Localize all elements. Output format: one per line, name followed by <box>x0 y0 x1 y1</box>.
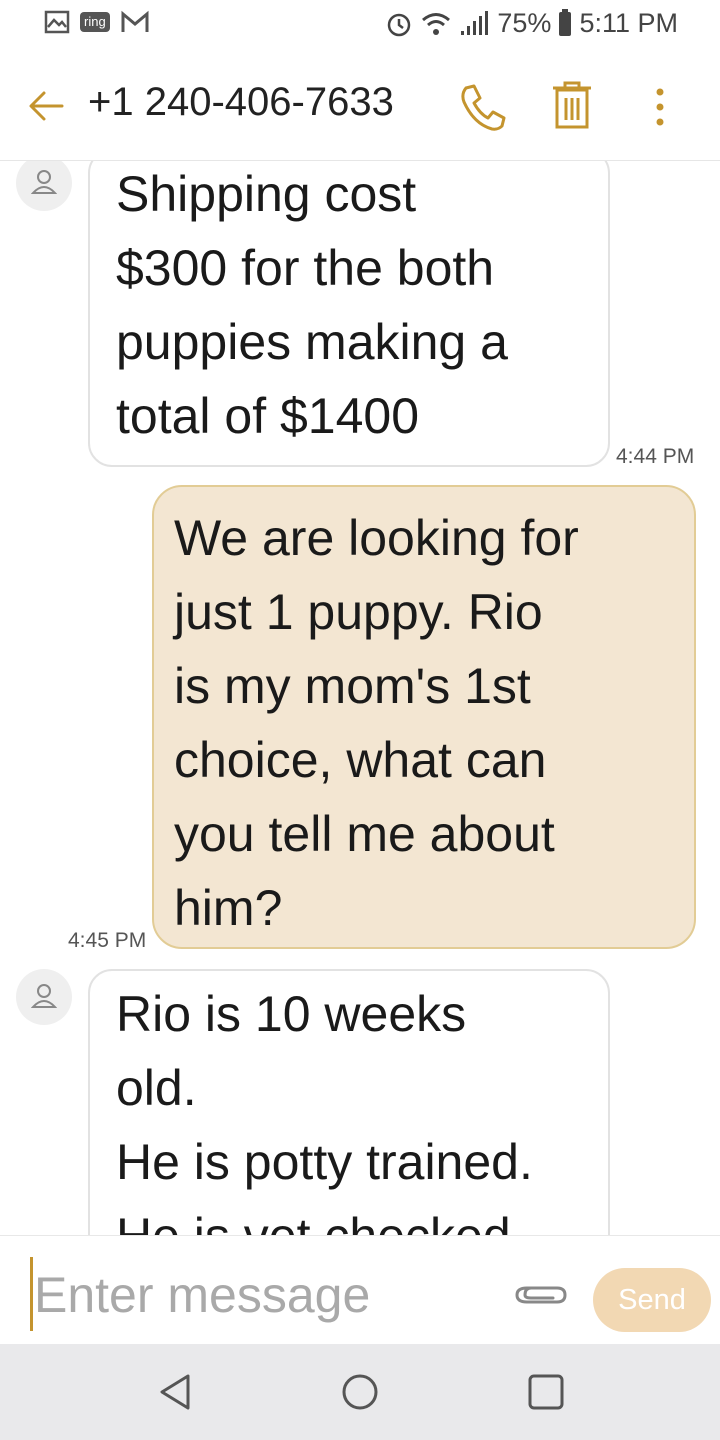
message-timestamp: 4:45 PM <box>68 929 147 952</box>
system-nav-bar <box>0 1344 720 1440</box>
message-list[interactable]: Shipping cost $300 for the both puppies … <box>0 161 720 1235</box>
gmail-icon <box>121 10 149 32</box>
notification-icons: ring <box>44 10 150 34</box>
battery-percent: 75% <box>497 8 552 38</box>
message-timestamp: 4:44 PM <box>616 445 695 468</box>
alarm-icon <box>388 13 411 36</box>
message-input[interactable] <box>34 1260 474 1330</box>
trash-icon[interactable] <box>550 80 594 130</box>
attachment-icon[interactable] <box>513 1280 569 1310</box>
incoming-message-bubble[interactable]: Shipping cost $300 for the both puppies … <box>88 161 610 467</box>
phone-icon[interactable] <box>458 82 508 132</box>
conversation-header: +1 240-406-7633 <box>0 52 720 161</box>
wifi-icon <box>422 12 451 35</box>
text-cursor <box>30 1257 33 1331</box>
signal-icon <box>461 10 489 35</box>
contact-number: +1 240-406-7633 <box>88 80 394 124</box>
outgoing-message-bubble[interactable]: We are looking for just 1 puppy. Rio is … <box>152 485 696 949</box>
battery-icon <box>559 8 572 36</box>
nav-back-icon[interactable] <box>156 1372 196 1412</box>
clock: 5:11 PM <box>579 8 678 38</box>
system-icons: 75% 5:11 PM <box>385 8 678 39</box>
contact-avatar-icon[interactable] <box>16 161 72 211</box>
ring-app-icon: ring <box>80 12 110 32</box>
incoming-message-bubble[interactable]: Rio is 10 weeks old. He is potty trained… <box>88 969 610 1235</box>
more-vert-icon[interactable] <box>640 82 680 132</box>
gallery-icon <box>44 10 70 34</box>
compose-bar: Send <box>0 1235 720 1344</box>
back-arrow-icon[interactable] <box>26 86 66 126</box>
nav-recents-icon[interactable] <box>526 1372 566 1412</box>
contact-avatar-icon[interactable] <box>16 969 72 1025</box>
nav-home-icon[interactable] <box>340 1372 380 1412</box>
status-bar: ring 75% 5:11 PM <box>0 0 720 52</box>
send-button[interactable]: Send <box>593 1268 711 1332</box>
